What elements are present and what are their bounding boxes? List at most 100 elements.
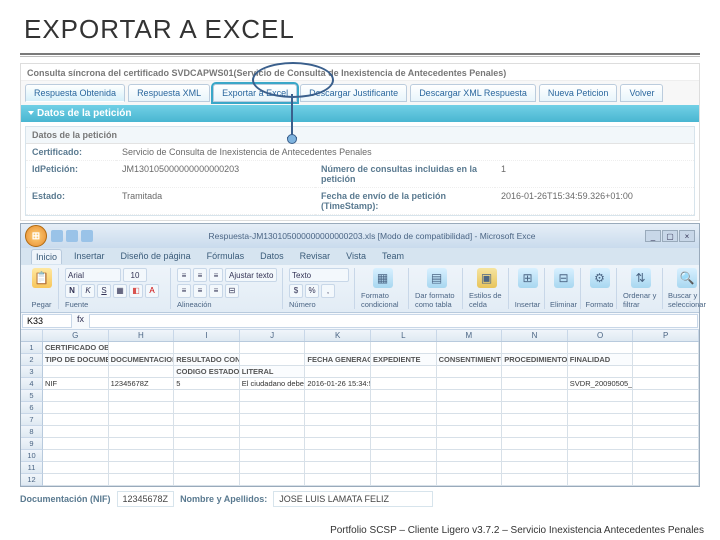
cell[interactable]: DOCUMENTACION: [109, 354, 175, 366]
cell[interactable]: [371, 438, 437, 450]
cell[interactable]: [240, 438, 306, 450]
cell[interactable]: [174, 450, 240, 462]
cell[interactable]: [633, 354, 699, 366]
cell[interactable]: [371, 462, 437, 474]
cell[interactable]: [371, 390, 437, 402]
currency-button[interactable]: $: [289, 284, 303, 298]
cell[interactable]: [633, 378, 699, 390]
cell[interactable]: [633, 402, 699, 414]
cell[interactable]: FECHA GENERACION DEL CERTIFICADO: [305, 354, 371, 366]
cell[interactable]: [371, 426, 437, 438]
cell[interactable]: [240, 390, 306, 402]
cell[interactable]: [633, 414, 699, 426]
cell[interactable]: [174, 414, 240, 426]
quick-access-toolbar[interactable]: [51, 230, 93, 242]
cell[interactable]: [109, 414, 175, 426]
cell[interactable]: [568, 462, 634, 474]
align-top-button[interactable]: ≡: [177, 268, 191, 282]
cell[interactable]: [43, 402, 109, 414]
cell[interactable]: [43, 366, 109, 378]
office-button[interactable]: ⊞: [25, 225, 47, 247]
italic-button[interactable]: K: [81, 284, 95, 298]
row-head[interactable]: 7: [21, 414, 43, 426]
ribbon-cond-format[interactable]: ▦ Formato condicional: [357, 268, 409, 309]
cell[interactable]: [174, 474, 240, 486]
cell[interactable]: [305, 390, 371, 402]
col-head[interactable]: J: [240, 330, 306, 341]
cell[interactable]: [568, 402, 634, 414]
cell[interactable]: [305, 450, 371, 462]
cell[interactable]: [43, 474, 109, 486]
select-all-corner[interactable]: [21, 330, 43, 341]
ribbon-insert-cells[interactable]: ⊞ Insertar: [511, 268, 545, 309]
column-headers[interactable]: G H I J K L M N O P: [21, 330, 699, 342]
cell[interactable]: [437, 426, 503, 438]
cell[interactable]: [568, 450, 634, 462]
ribbon-tab-insertar[interactable]: Insertar: [70, 249, 109, 264]
ribbon-find-select[interactable]: 🔍 Buscar y seleccionar: [665, 268, 709, 309]
cell[interactable]: [437, 366, 503, 378]
cell[interactable]: [371, 474, 437, 486]
cell[interactable]: [502, 366, 568, 378]
cell[interactable]: [305, 438, 371, 450]
cell[interactable]: 5: [174, 378, 240, 390]
cell[interactable]: [633, 462, 699, 474]
cell[interactable]: [305, 462, 371, 474]
font-name-select[interactable]: Arial: [65, 268, 121, 282]
row-head[interactable]: 2: [21, 354, 43, 366]
bold-button[interactable]: N: [65, 284, 79, 298]
cell[interactable]: EXPEDIENTE: [371, 354, 437, 366]
col-head[interactable]: M: [437, 330, 503, 341]
wrap-text-button[interactable]: Ajustar texto: [225, 268, 277, 282]
cell[interactable]: [109, 450, 175, 462]
cell[interactable]: [568, 438, 634, 450]
cell[interactable]: [502, 474, 568, 486]
cell[interactable]: [109, 426, 175, 438]
cell[interactable]: [371, 414, 437, 426]
cell[interactable]: [371, 402, 437, 414]
cell[interactable]: [174, 438, 240, 450]
tab-volver[interactable]: Volver: [620, 84, 663, 102]
cell[interactable]: [568, 342, 634, 354]
cell[interactable]: [502, 342, 568, 354]
cell[interactable]: [240, 450, 306, 462]
cell[interactable]: [568, 474, 634, 486]
number-format-select[interactable]: Texto: [289, 268, 349, 282]
cell[interactable]: [502, 462, 568, 474]
cell[interactable]: [633, 450, 699, 462]
cell[interactable]: [109, 366, 175, 378]
maximize-button[interactable]: ▢: [662, 230, 678, 242]
row-head[interactable]: 9: [21, 438, 43, 450]
cell[interactable]: [305, 402, 371, 414]
cell[interactable]: [502, 426, 568, 438]
tab-nueva-peticion[interactable]: Nueva Peticion: [539, 84, 618, 102]
ribbon-format-table[interactable]: ▤ Dar formato como tabla: [411, 268, 463, 309]
merge-button[interactable]: ⊟: [225, 284, 239, 298]
cell[interactable]: [633, 474, 699, 486]
col-head[interactable]: H: [109, 330, 175, 341]
cell[interactable]: [437, 438, 503, 450]
cell[interactable]: [240, 426, 306, 438]
cell[interactable]: [43, 462, 109, 474]
cell[interactable]: El ciudadano debe solicitar un certifica…: [240, 378, 306, 390]
cell[interactable]: [240, 462, 306, 474]
comma-button[interactable]: ,: [321, 284, 335, 298]
cell[interactable]: [305, 342, 371, 354]
cell[interactable]: [305, 366, 371, 378]
col-head[interactable]: K: [305, 330, 371, 341]
font-size-select[interactable]: 10: [123, 268, 147, 282]
ribbon-tab-revisar[interactable]: Revisar: [296, 249, 335, 264]
ribbon-tab-inicio[interactable]: Inicio: [31, 249, 62, 264]
col-head[interactable]: P: [633, 330, 699, 341]
cell[interactable]: PROCEDIMIENTO: [502, 354, 568, 366]
col-head[interactable]: G: [43, 330, 109, 341]
cell[interactable]: CONSENTIMIENTO: [437, 354, 503, 366]
row-head[interactable]: 11: [21, 462, 43, 474]
ribbon-tab-team[interactable]: Team: [378, 249, 408, 264]
ribbon-tab-datos[interactable]: Datos: [256, 249, 288, 264]
percent-button[interactable]: %: [305, 284, 319, 298]
col-head[interactable]: L: [371, 330, 437, 341]
paste-icon[interactable]: 📋: [32, 268, 52, 288]
cell[interactable]: CERTIFICADO OBTENIDO: [43, 342, 109, 354]
cell[interactable]: [502, 414, 568, 426]
